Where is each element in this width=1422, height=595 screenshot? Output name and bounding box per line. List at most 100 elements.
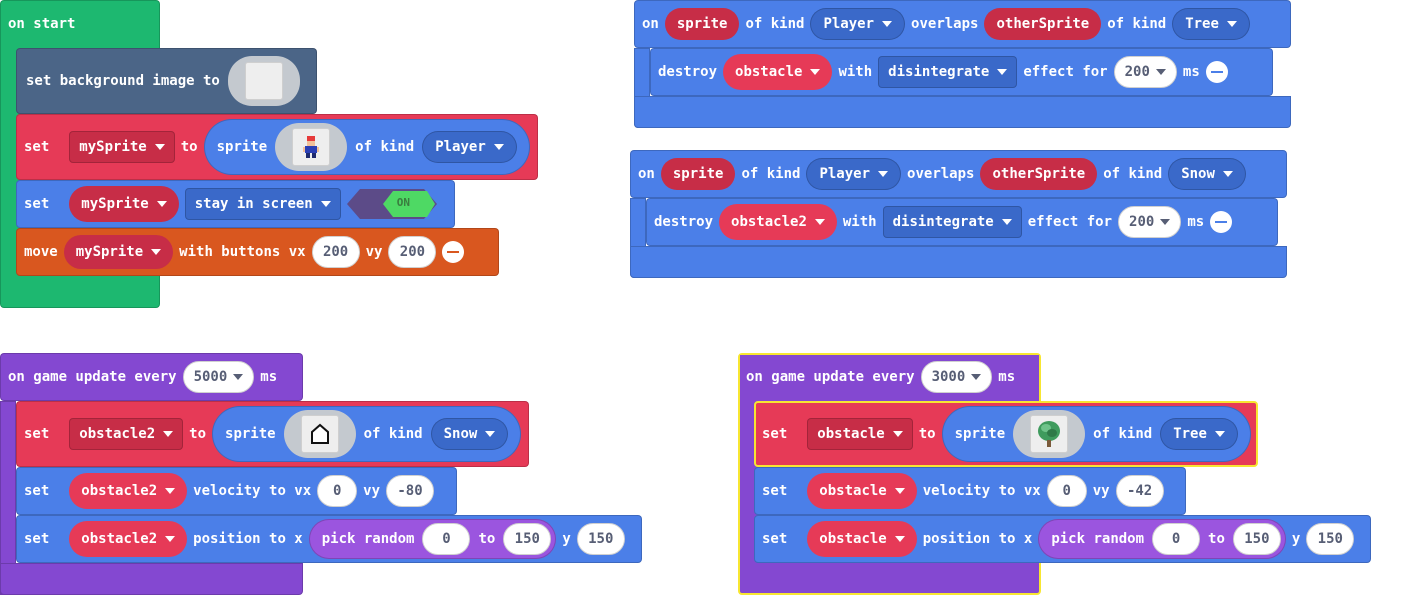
sprite-of-kind-reporter[interactable]: sprite of kind Tree [941,406,1251,462]
kind-label: Player [823,16,875,32]
remove-parameter-icon[interactable] [442,241,465,263]
stay-in-screen-dropdown[interactable]: stay in screen [184,188,341,220]
toggle-on-label: ON [396,196,410,209]
sprite-of-kind-reporter[interactable]: sprite of kind Player [203,119,530,175]
on-start-header: on start [8,12,75,36]
interval-label: 3000 [931,369,966,385]
interval-dropdown[interactable]: 3000 [920,361,993,393]
on-off-toggle[interactable]: ON [346,189,437,219]
obstacle2-dropdown[interactable]: obstacle2 [69,418,184,450]
chevron-down-icon [163,431,174,437]
sprite-keyword: sprite [954,426,1006,442]
background-image-picker[interactable] [227,56,300,106]
destroy-obstacle2-row: destroy obstacle2 with disintegrate effe… [654,204,1233,240]
set-mysprite-row: set mySprite to sprite of kind Player [24,119,530,175]
obstacle-variable-pill[interactable]: obstacle [807,473,917,509]
with-keyword: with [838,64,873,80]
vx-input[interactable]: 0 [1046,475,1087,507]
pick-random-reporter[interactable]: pick random 0 to 150 [1038,519,1286,559]
with-keyword: with [842,214,877,230]
obstacle2-variable-pill[interactable]: obstacle2 [69,473,188,509]
snow-sprite-icon [300,415,339,453]
kind-player-dropdown[interactable]: Player [810,8,906,40]
move-keyword: move [24,244,58,260]
othersprite-label: otherSprite [996,16,1090,32]
position-row: set obstacle2 position to x pick random … [24,519,625,559]
random-max-input[interactable]: 150 [1232,523,1281,555]
chevron-down-icon [1001,219,1012,225]
kind-tree-dropdown[interactable]: Tree [1160,418,1238,450]
destroy-keyword: destroy [654,214,714,230]
kind-label: Snow [443,426,478,442]
othersprite-param-pill[interactable]: otherSprite [980,158,1098,190]
velocity-label: velocity to vx [922,483,1041,499]
kind-label: Player [435,139,486,155]
chevron-down-icon [1155,69,1166,75]
obstacle-variable-pill[interactable]: obstacle [807,521,917,557]
to-keyword: to [918,426,936,442]
vx-input[interactable]: 0 [317,475,358,507]
ms-value-dropdown[interactable]: 200 [1118,206,1182,238]
ms-label: ms [260,369,278,385]
tree-image-picker[interactable] [1013,410,1086,458]
chevron-down-icon [233,374,244,380]
remove-parameter-icon[interactable] [1205,61,1228,83]
random-min-input[interactable]: 0 [1152,523,1201,555]
set-keyword: set [24,531,50,547]
effect-for-label: effect for [1023,64,1108,80]
vx-input[interactable]: 200 [311,236,360,268]
ms-value-dropdown[interactable]: 200 [1113,56,1177,88]
sprite-keyword: sprite [216,139,268,155]
player-sprite-icon [292,128,331,166]
snow-image-picker[interactable] [283,410,356,458]
set-keyword: set [24,426,50,442]
pick-random-reporter[interactable]: pick random 0 to 150 [308,519,557,559]
vy-input[interactable]: -80 [386,475,435,507]
obstacle2-variable-pill[interactable]: obstacle2 [69,521,188,557]
game-update-foot [0,563,303,595]
sprite-param-label: sprite [672,166,724,182]
effect-for-label: effect for [1027,214,1113,230]
kind-player-dropdown[interactable]: Player [806,158,902,190]
sprite-param-pill[interactable]: sprite [660,158,736,190]
effect-label: disintegrate [888,64,990,80]
chevron-down-icon [493,144,504,150]
obstacle2-variable-pill[interactable]: obstacle2 [719,204,837,240]
y-input[interactable]: 150 [576,523,625,555]
player-image-picker[interactable] [275,123,348,171]
obstacle-variable-pill[interactable]: obstacle [723,54,833,90]
remove-parameter-icon[interactable] [1210,211,1233,233]
vy-input[interactable]: 200 [388,236,437,268]
random-max-input[interactable]: 150 [503,523,552,555]
kind-snow-dropdown[interactable]: Snow [1168,158,1246,190]
chevron-down-icon [151,249,162,255]
chevron-down-icon [878,171,889,177]
interval-dropdown[interactable]: 5000 [182,361,255,393]
obstacle-var-label: obstacle [735,64,803,80]
overlaps-keyword: overlaps [911,16,979,32]
mysprite-variable-pill[interactable]: mySprite [63,235,174,269]
kind-player-dropdown[interactable]: Player [422,131,517,163]
sprite-param-pill[interactable]: sprite [664,8,740,40]
sprite-of-kind-reporter[interactable]: sprite of kind Snow [212,406,522,462]
kind-snow-dropdown[interactable]: Snow [430,418,509,450]
vy-input[interactable]: -42 [1115,475,1164,507]
random-min-input[interactable]: 0 [422,523,471,555]
interval-label: 5000 [193,369,228,385]
mysprite-variable-pill[interactable]: mySprite [69,186,179,222]
othersprite-param-pill[interactable]: otherSprite [984,8,1102,40]
overlap-tree-foot [634,96,1291,128]
effect-dropdown[interactable]: disintegrate [882,206,1022,238]
obstacle-dropdown[interactable]: obstacle [807,418,913,450]
y-input[interactable]: 150 [1306,523,1355,555]
obstacle-var-label: obstacle [817,426,885,442]
on-keyword: on [642,16,659,32]
overlaps-keyword: overlaps [907,166,975,182]
chevron-down-icon [814,219,825,225]
y-label: y [562,531,571,547]
kind-tree-dropdown[interactable]: Tree [1172,8,1250,40]
effect-dropdown[interactable]: disintegrate [878,56,1018,88]
mysprite-dropdown[interactable]: mySprite [69,131,175,163]
chevron-down-icon [320,201,331,207]
velocity-label: velocity to vx [193,483,312,499]
